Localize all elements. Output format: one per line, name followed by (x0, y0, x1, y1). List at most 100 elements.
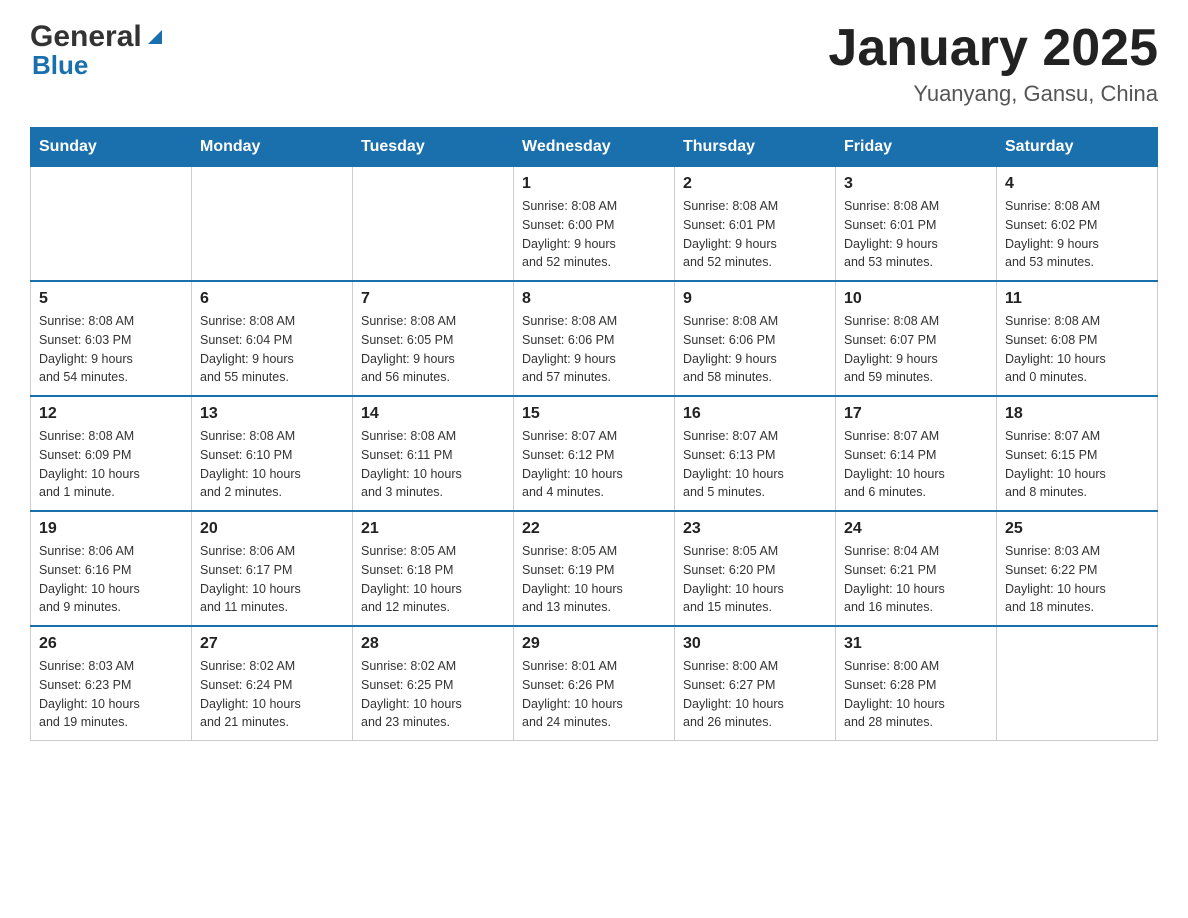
table-row: 3 Sunrise: 8:08 AM Sunset: 6:01 PM Daylig… (836, 167, 997, 282)
day-info: Sunrise: 8:06 AM Sunset: 6:17 PM Dayligh… (200, 542, 344, 617)
col-sunday: Sunday (31, 128, 192, 167)
day-number: 31 (844, 635, 988, 653)
day-info: Sunrise: 8:08 AM Sunset: 6:05 PM Dayligh… (361, 312, 505, 387)
day-number: 16 (683, 405, 827, 423)
day-info: Sunrise: 8:08 AM Sunset: 6:00 PM Dayligh… (522, 197, 666, 272)
day-info: Sunrise: 8:08 AM Sunset: 6:07 PM Dayligh… (844, 312, 988, 387)
day-info: Sunrise: 8:06 AM Sunset: 6:16 PM Dayligh… (39, 542, 183, 617)
col-friday: Friday (836, 128, 997, 167)
day-number: 30 (683, 635, 827, 653)
day-info: Sunrise: 8:08 AM Sunset: 6:04 PM Dayligh… (200, 312, 344, 387)
day-number: 9 (683, 290, 827, 308)
day-number: 1 (522, 175, 666, 193)
table-row: 12 Sunrise: 8:08 AM Sunset: 6:09 PM Dayli… (31, 396, 192, 511)
day-info: Sunrise: 8:08 AM Sunset: 6:03 PM Dayligh… (39, 312, 183, 387)
day-number: 24 (844, 520, 988, 538)
day-number: 23 (683, 520, 827, 538)
day-info: Sunrise: 8:05 AM Sunset: 6:20 PM Dayligh… (683, 542, 827, 617)
col-tuesday: Tuesday (353, 128, 514, 167)
table-row: 22 Sunrise: 8:05 AM Sunset: 6:19 PM Dayli… (514, 511, 675, 626)
table-row: 6Sunrise: 8:08 AM Sunset: 6:04 PM Daylig… (192, 281, 353, 396)
calendar-week-5: 26Sunrise: 8:03 AM Sunset: 6:23 PM Dayli… (31, 626, 1158, 741)
day-number: 8 (522, 290, 666, 308)
table-row: 5Sunrise: 8:08 AM Sunset: 6:03 PM Daylig… (31, 281, 192, 396)
table-row: 29 Sunrise: 8:01 AM Sunset: 6:26 PM Dayli… (514, 626, 675, 741)
col-thursday: Thursday (675, 128, 836, 167)
table-row: 15 Sunrise: 8:07 AM Sunset: 6:12 PM Dayli… (514, 396, 675, 511)
day-info: Sunrise: 8:02 AM Sunset: 6:24 PM Dayligh… (200, 657, 344, 732)
table-row: 28 Sunrise: 8:02 AM Sunset: 6:25 PM Dayli… (353, 626, 514, 741)
table-row: 8 Sunrise: 8:08 AM Sunset: 6:06 PM Daylig… (514, 281, 675, 396)
table-row: 10 Sunrise: 8:08 AM Sunset: 6:07 PM Dayli… (836, 281, 997, 396)
table-row: 20Sunrise: 8:06 AM Sunset: 6:17 PM Dayli… (192, 511, 353, 626)
day-number: 4 (1005, 175, 1149, 193)
col-saturday: Saturday (997, 128, 1158, 167)
day-number: 29 (522, 635, 666, 653)
calendar-week-2: 5Sunrise: 8:08 AM Sunset: 6:03 PM Daylig… (31, 281, 1158, 396)
day-info: Sunrise: 8:08 AM Sunset: 6:06 PM Dayligh… (522, 312, 666, 387)
table-row: 2 Sunrise: 8:08 AM Sunset: 6:01 PM Daylig… (675, 167, 836, 282)
day-info: Sunrise: 8:01 AM Sunset: 6:26 PM Dayligh… (522, 657, 666, 732)
calendar-week-3: 12 Sunrise: 8:08 AM Sunset: 6:09 PM Dayli… (31, 396, 1158, 511)
day-number: 19 (39, 520, 183, 538)
day-info: Sunrise: 8:03 AM Sunset: 6:23 PM Dayligh… (39, 657, 183, 732)
day-info: Sunrise: 8:07 AM Sunset: 6:12 PM Dayligh… (522, 427, 666, 502)
day-number: 12 (39, 405, 183, 423)
logo-blue: Blue (30, 50, 88, 81)
logo-general: General (30, 20, 142, 54)
table-row: 18Sunrise: 8:07 AM Sunset: 6:15 PM Dayli… (997, 396, 1158, 511)
day-info: Sunrise: 8:07 AM Sunset: 6:14 PM Dayligh… (844, 427, 988, 502)
day-number: 10 (844, 290, 988, 308)
month-title: January 2025 (828, 20, 1158, 77)
table-row: 24 Sunrise: 8:04 AM Sunset: 6:21 PM Dayli… (836, 511, 997, 626)
calendar-header-row: Sunday Monday Tuesday Wednesday Thursday… (31, 128, 1158, 167)
day-info: Sunrise: 8:02 AM Sunset: 6:25 PM Dayligh… (361, 657, 505, 732)
day-number: 21 (361, 520, 505, 538)
day-number: 25 (1005, 520, 1149, 538)
table-row: 7 Sunrise: 8:08 AM Sunset: 6:05 PM Daylig… (353, 281, 514, 396)
day-number: 2 (683, 175, 827, 193)
day-number: 15 (522, 405, 666, 423)
day-info: Sunrise: 8:08 AM Sunset: 6:02 PM Dayligh… (1005, 197, 1149, 272)
day-number: 13 (200, 405, 344, 423)
table-row: 11Sunrise: 8:08 AM Sunset: 6:08 PM Dayli… (997, 281, 1158, 396)
day-number: 11 (1005, 290, 1149, 308)
table-row (31, 167, 192, 282)
day-info: Sunrise: 8:08 AM Sunset: 6:01 PM Dayligh… (683, 197, 827, 272)
calendar-week-1: 1 Sunrise: 8:08 AM Sunset: 6:00 PM Daylig… (31, 167, 1158, 282)
table-row (192, 167, 353, 282)
table-row: 31Sunrise: 8:00 AM Sunset: 6:28 PM Dayli… (836, 626, 997, 741)
day-info: Sunrise: 8:08 AM Sunset: 6:06 PM Dayligh… (683, 312, 827, 387)
table-row: 17 Sunrise: 8:07 AM Sunset: 6:14 PM Dayli… (836, 396, 997, 511)
logo: General Blue (30, 20, 166, 81)
table-row (353, 167, 514, 282)
day-number: 3 (844, 175, 988, 193)
day-info: Sunrise: 8:08 AM Sunset: 6:09 PM Dayligh… (39, 427, 183, 502)
day-info: Sunrise: 8:05 AM Sunset: 6:19 PM Dayligh… (522, 542, 666, 617)
title-section: January 2025 Yuanyang, Gansu, China (828, 20, 1158, 107)
table-row: 21Sunrise: 8:05 AM Sunset: 6:18 PM Dayli… (353, 511, 514, 626)
col-monday: Monday (192, 128, 353, 167)
day-info: Sunrise: 8:08 AM Sunset: 6:01 PM Dayligh… (844, 197, 988, 272)
day-info: Sunrise: 8:08 AM Sunset: 6:10 PM Dayligh… (200, 427, 344, 502)
day-number: 18 (1005, 405, 1149, 423)
day-number: 7 (361, 290, 505, 308)
table-row: 23 Sunrise: 8:05 AM Sunset: 6:20 PM Dayli… (675, 511, 836, 626)
col-wednesday: Wednesday (514, 128, 675, 167)
table-row: 25 Sunrise: 8:03 AM Sunset: 6:22 PM Dayli… (997, 511, 1158, 626)
day-info: Sunrise: 8:07 AM Sunset: 6:13 PM Dayligh… (683, 427, 827, 502)
table-row: 27Sunrise: 8:02 AM Sunset: 6:24 PM Dayli… (192, 626, 353, 741)
day-number: 28 (361, 635, 505, 653)
day-info: Sunrise: 8:03 AM Sunset: 6:22 PM Dayligh… (1005, 542, 1149, 617)
day-number: 14 (361, 405, 505, 423)
table-row: 26Sunrise: 8:03 AM Sunset: 6:23 PM Dayli… (31, 626, 192, 741)
day-number: 17 (844, 405, 988, 423)
day-info: Sunrise: 8:04 AM Sunset: 6:21 PM Dayligh… (844, 542, 988, 617)
calendar-table: Sunday Monday Tuesday Wednesday Thursday… (30, 127, 1158, 741)
table-row: 16 Sunrise: 8:07 AM Sunset: 6:13 PM Dayli… (675, 396, 836, 511)
day-info: Sunrise: 8:00 AM Sunset: 6:27 PM Dayligh… (683, 657, 827, 732)
day-number: 22 (522, 520, 666, 538)
logo-triangle-icon (144, 26, 166, 48)
table-row: 19 Sunrise: 8:06 AM Sunset: 6:16 PM Dayli… (31, 511, 192, 626)
day-info: Sunrise: 8:08 AM Sunset: 6:11 PM Dayligh… (361, 427, 505, 502)
